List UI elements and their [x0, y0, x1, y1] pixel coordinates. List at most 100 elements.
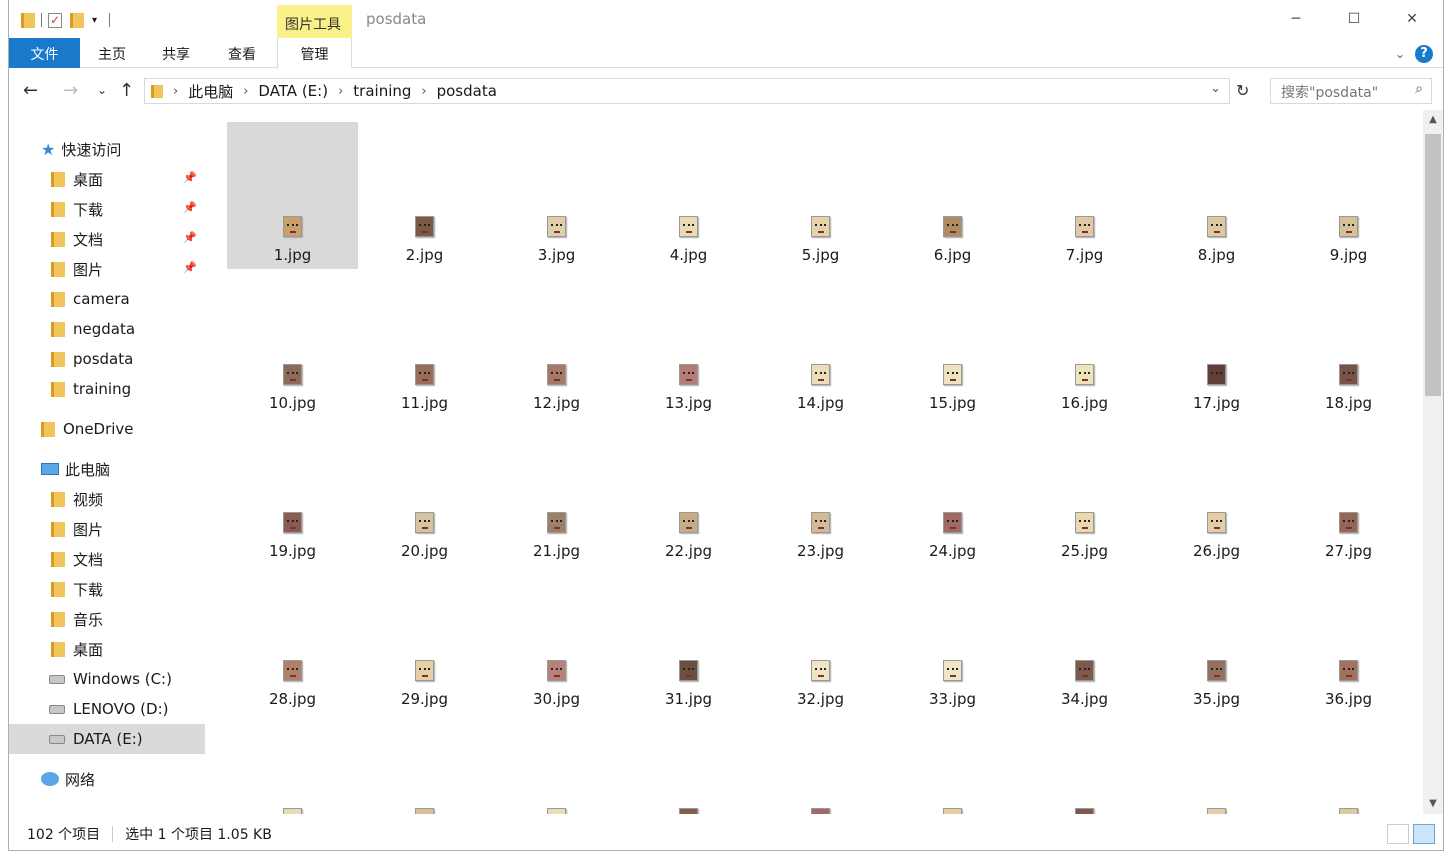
file-item[interactable]: [1019, 714, 1150, 814]
file-item[interactable]: 25.jpg: [1019, 418, 1150, 565]
file-item[interactable]: 17.jpg: [1151, 270, 1282, 417]
file-item[interactable]: 10.jpg: [227, 270, 358, 417]
nav-item-pc-pictures[interactable]: 图片: [9, 514, 205, 544]
pin-icon[interactable]: 📌: [183, 171, 197, 184]
address-bar[interactable]: › 此电脑 › DATA (E:) › training › posdata ⌄: [144, 78, 1230, 104]
nav-quick-access[interactable]: ★ 快速访问: [9, 134, 205, 164]
nav-item-documents[interactable]: 文档 📌: [9, 224, 205, 254]
file-item[interactable]: 27.jpg: [1283, 418, 1414, 565]
scroll-down-icon[interactable]: ▼: [1423, 794, 1443, 814]
file-item[interactable]: [887, 714, 1018, 814]
file-item[interactable]: 16.jpg: [1019, 270, 1150, 417]
file-item[interactable]: 6.jpg: [887, 122, 1018, 269]
tab-manage[interactable]: 管理: [277, 38, 352, 69]
file-item[interactable]: 5.jpg: [755, 122, 886, 269]
large-icons-view-icon[interactable]: [1413, 824, 1435, 844]
nav-item-desktop[interactable]: 桌面 📌: [9, 164, 205, 194]
tab-share[interactable]: 共享: [155, 38, 197, 68]
close-button[interactable]: ✕: [1383, 0, 1441, 38]
pin-icon[interactable]: 📌: [183, 261, 197, 274]
expand-ribbon-icon[interactable]: ⌄: [1395, 47, 1405, 61]
file-item[interactable]: [623, 714, 754, 814]
folder-icon[interactable]: [21, 12, 35, 28]
chevron-right-icon[interactable]: ›: [243, 84, 248, 99]
customize-toolbar-icon[interactable]: ▾: [92, 15, 97, 26]
back-button[interactable]: ←: [23, 80, 38, 101]
file-item[interactable]: [359, 714, 490, 814]
nav-item-pc-documents[interactable]: 文档: [9, 544, 205, 574]
file-item[interactable]: 9.jpg: [1283, 122, 1414, 269]
file-item[interactable]: 22.jpg: [623, 418, 754, 565]
tab-view[interactable]: 查看: [221, 38, 263, 68]
nav-this-pc[interactable]: 此电脑: [9, 454, 205, 484]
file-item[interactable]: 32.jpg: [755, 566, 886, 713]
new-folder-icon[interactable]: [70, 12, 84, 28]
file-item[interactable]: 13.jpg: [623, 270, 754, 417]
nav-item-pc-desktop[interactable]: 桌面: [9, 634, 205, 664]
search-input[interactable]: 搜索"posdata" ⌕: [1270, 78, 1432, 104]
file-item[interactable]: 34.jpg: [1019, 566, 1150, 713]
file-item[interactable]: [1283, 714, 1414, 814]
nav-drive-c[interactable]: Windows (C:): [9, 664, 205, 694]
properties-icon[interactable]: ✓: [48, 12, 62, 28]
file-item[interactable]: 21.jpg: [491, 418, 622, 565]
nav-drive-d[interactable]: LENOVO (D:): [9, 694, 205, 724]
search-icon[interactable]: ⌕: [1415, 81, 1423, 97]
file-item[interactable]: [227, 714, 358, 814]
recent-locations-button[interactable]: ⌄: [97, 83, 107, 97]
nav-item-pictures[interactable]: 图片 📌: [9, 254, 205, 284]
chevron-right-icon[interactable]: ›: [338, 84, 343, 99]
breadcrumb-posdata[interactable]: posdata: [437, 82, 497, 100]
tab-home[interactable]: 主页: [91, 38, 133, 68]
tab-file[interactable]: 文件: [9, 38, 80, 68]
file-item[interactable]: [491, 714, 622, 814]
details-view-icon[interactable]: [1387, 824, 1409, 844]
nav-item-camera[interactable]: camera: [9, 284, 205, 314]
file-item[interactable]: 12.jpg: [491, 270, 622, 417]
breadcrumb-training[interactable]: training: [353, 82, 411, 100]
file-item[interactable]: 15.jpg: [887, 270, 1018, 417]
chevron-right-icon[interactable]: ›: [173, 84, 178, 99]
minimize-button[interactable]: ─: [1267, 0, 1325, 38]
nav-item-negdata[interactable]: negdata: [9, 314, 205, 344]
file-item[interactable]: 26.jpg: [1151, 418, 1282, 565]
file-item[interactable]: [755, 714, 886, 814]
nav-item-posdata[interactable]: posdata: [9, 344, 205, 374]
file-item[interactable]: 14.jpg: [755, 270, 886, 417]
refresh-button[interactable]: ↻: [1236, 81, 1249, 100]
file-item[interactable]: 1.jpg: [227, 122, 358, 269]
file-item[interactable]: 18.jpg: [1283, 270, 1414, 417]
file-item[interactable]: 33.jpg: [887, 566, 1018, 713]
file-item[interactable]: 23.jpg: [755, 418, 886, 565]
nav-item-pc-downloads[interactable]: 下载: [9, 574, 205, 604]
up-button[interactable]: ↑: [119, 80, 134, 101]
help-icon[interactable]: ?: [1415, 45, 1433, 63]
file-item[interactable]: 36.jpg: [1283, 566, 1414, 713]
nav-network[interactable]: 网络: [9, 764, 205, 794]
nav-drive-e[interactable]: DATA (E:): [9, 724, 205, 754]
file-item[interactable]: 19.jpg: [227, 418, 358, 565]
file-item[interactable]: 2.jpg: [359, 122, 490, 269]
file-item[interactable]: 8.jpg: [1151, 122, 1282, 269]
scrollbar-thumb[interactable]: [1425, 134, 1441, 396]
file-item[interactable]: 7.jpg: [1019, 122, 1150, 269]
file-item[interactable]: 11.jpg: [359, 270, 490, 417]
file-item[interactable]: 29.jpg: [359, 566, 490, 713]
file-item[interactable]: 24.jpg: [887, 418, 1018, 565]
scroll-up-icon[interactable]: ▲: [1423, 110, 1443, 130]
pin-icon[interactable]: 📌: [183, 201, 197, 214]
file-item[interactable]: [1151, 714, 1282, 814]
pin-icon[interactable]: 📌: [183, 231, 197, 244]
breadcrumb-drive[interactable]: DATA (E:): [258, 82, 328, 100]
file-item[interactable]: 3.jpg: [491, 122, 622, 269]
forward-button[interactable]: →: [63, 80, 78, 101]
nav-onedrive[interactable]: OneDrive: [9, 414, 205, 444]
vertical-scrollbar[interactable]: ▲ ▼: [1423, 110, 1443, 814]
file-item[interactable]: 4.jpg: [623, 122, 754, 269]
file-item[interactable]: 20.jpg: [359, 418, 490, 565]
nav-item-downloads[interactable]: 下载 📌: [9, 194, 205, 224]
file-item[interactable]: 31.jpg: [623, 566, 754, 713]
breadcrumb-this-pc[interactable]: 此电脑: [188, 81, 233, 102]
file-item[interactable]: 28.jpg: [227, 566, 358, 713]
maximize-button[interactable]: ☐: [1325, 0, 1383, 38]
